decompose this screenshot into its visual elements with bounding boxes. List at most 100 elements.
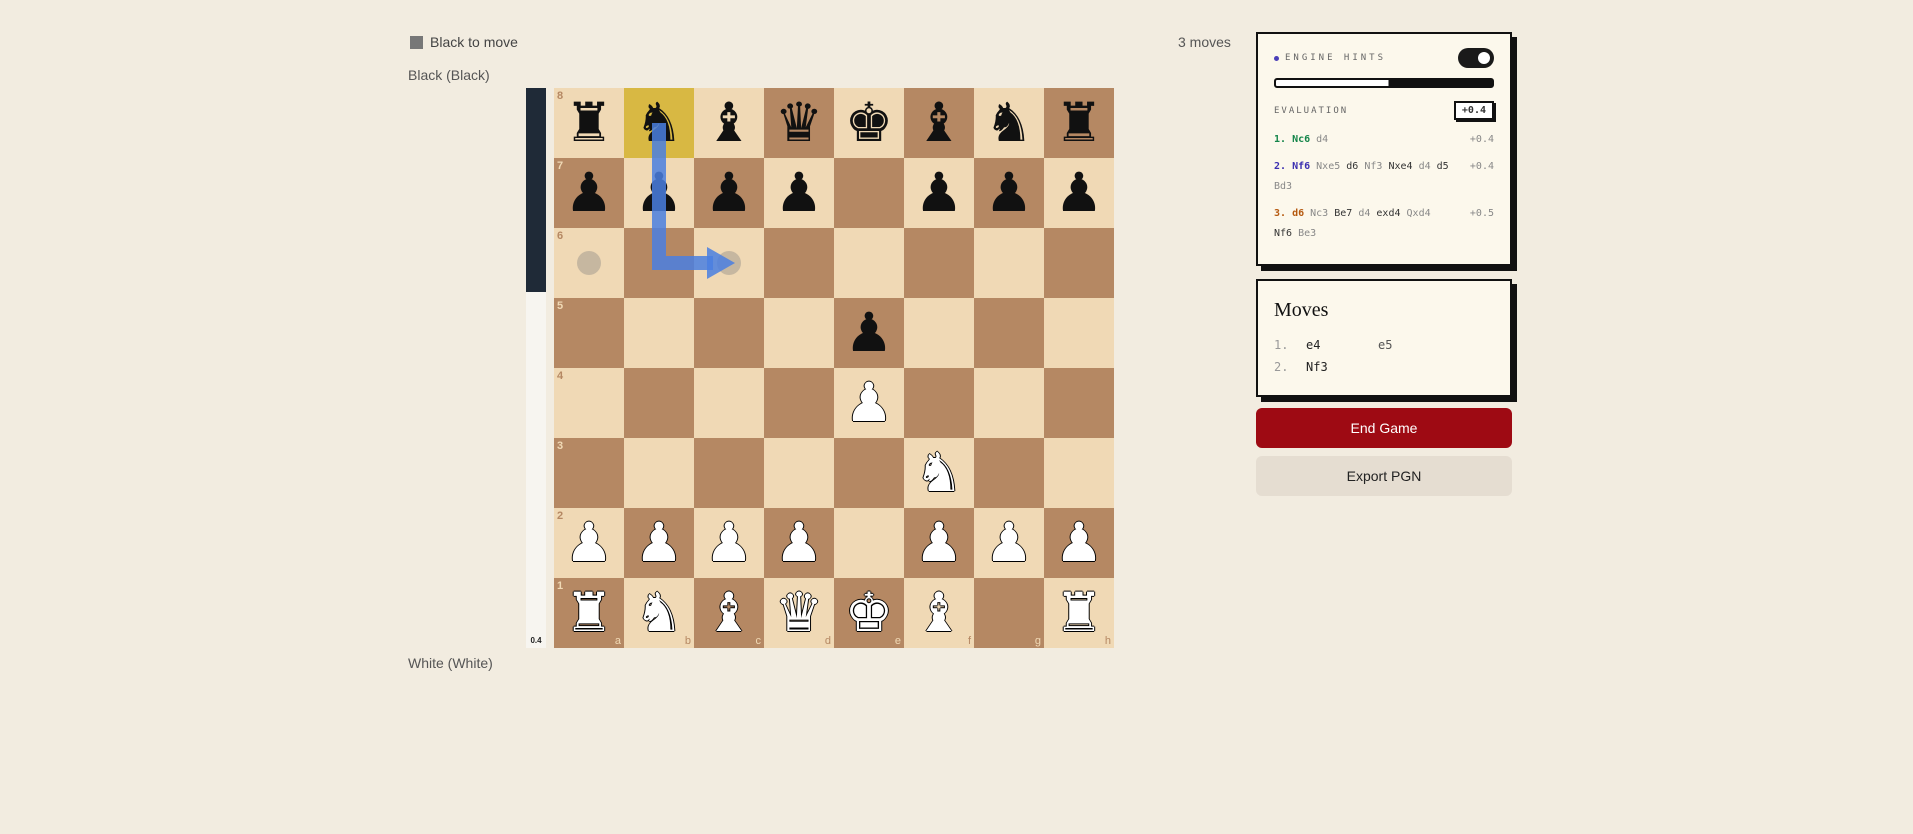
export-pgn-button[interactable]: Export PGN — [1256, 456, 1512, 496]
white-pawn-icon[interactable]: ♟ — [1055, 516, 1103, 570]
square-d4[interactable] — [764, 368, 834, 438]
square-a3[interactable]: 3 — [554, 438, 624, 508]
chess-board[interactable]: 8 ♜ ♞ ♝ ♛ ♚ ♝ ♞ ♜ 7 ♟ ♟ ♟ ♟ ♟ ♟ ♟ 6 5 ♟ 4 ♟ 3 ♞ 2 ♟ ♟ ♟ ♟ ♟ ♟ ♟ 1 a ♜ b ♞ c ♝ d… — [554, 88, 1114, 648]
square-h6[interactable] — [1044, 228, 1114, 298]
square-c3[interactable] — [694, 438, 764, 508]
square-g5[interactable] — [974, 298, 1044, 368]
black-pawn-icon[interactable]: ♟ — [705, 166, 753, 220]
square-e6[interactable] — [834, 228, 904, 298]
square-e8[interactable]: ♚ — [834, 88, 904, 158]
square-h4[interactable] — [1044, 368, 1114, 438]
white-pawn-icon[interactable]: ♟ — [985, 516, 1033, 570]
square-f1[interactable]: f ♝ — [904, 578, 974, 648]
square-g1[interactable]: g — [974, 578, 1044, 648]
square-a7[interactable]: 7 ♟ — [554, 158, 624, 228]
square-a2[interactable]: 2 ♟ — [554, 508, 624, 578]
square-c7[interactable]: ♟ — [694, 158, 764, 228]
square-d8[interactable]: ♛ — [764, 88, 834, 158]
white-rook-icon[interactable]: ♜ — [1055, 586, 1103, 640]
square-g7[interactable]: ♟ — [974, 158, 1044, 228]
square-b6[interactable] — [624, 228, 694, 298]
black-pawn-icon[interactable]: ♟ — [1055, 166, 1103, 220]
square-b4[interactable] — [624, 368, 694, 438]
black-knight-icon[interactable]: ♞ — [985, 96, 1033, 150]
black-rook-icon[interactable]: ♜ — [565, 96, 613, 150]
square-c8[interactable]: ♝ — [694, 88, 764, 158]
square-g6[interactable] — [974, 228, 1044, 298]
square-f3[interactable]: ♞ — [904, 438, 974, 508]
black-queen-icon[interactable]: ♛ — [775, 96, 823, 150]
black-pawn-icon[interactable]: ♟ — [845, 306, 893, 360]
square-g8[interactable]: ♞ — [974, 88, 1044, 158]
end-game-button[interactable]: End Game — [1256, 408, 1512, 448]
white-queen-icon[interactable]: ♛ — [775, 586, 823, 640]
white-knight-icon[interactable]: ♞ — [915, 446, 963, 500]
white-pawn-icon[interactable]: ♟ — [705, 516, 753, 570]
square-d7[interactable]: ♟ — [764, 158, 834, 228]
black-rook-icon[interactable]: ♜ — [1055, 96, 1103, 150]
black-pawn-icon[interactable]: ♟ — [985, 166, 1033, 220]
square-a5[interactable]: 5 — [554, 298, 624, 368]
white-pawn-icon[interactable]: ♟ — [915, 516, 963, 570]
square-h2[interactable]: ♟ — [1044, 508, 1114, 578]
square-h5[interactable] — [1044, 298, 1114, 368]
square-a6[interactable]: 6 — [554, 228, 624, 298]
square-b2[interactable]: ♟ — [624, 508, 694, 578]
square-g3[interactable] — [974, 438, 1044, 508]
black-move[interactable]: e5 — [1378, 338, 1392, 352]
white-pawn-icon[interactable]: ♟ — [845, 376, 893, 430]
square-f4[interactable] — [904, 368, 974, 438]
square-e4[interactable]: ♟ — [834, 368, 904, 438]
square-h8[interactable]: ♜ — [1044, 88, 1114, 158]
square-b1[interactable]: b ♞ — [624, 578, 694, 648]
legal-move-dot[interactable] — [577, 251, 601, 275]
engine-hints-toggle[interactable] — [1458, 48, 1494, 68]
white-king-icon[interactable]: ♚ — [845, 586, 893, 640]
square-e7[interactable] — [834, 158, 904, 228]
square-c2[interactable]: ♟ — [694, 508, 764, 578]
black-bishop-icon[interactable]: ♝ — [915, 96, 963, 150]
square-g4[interactable] — [974, 368, 1044, 438]
square-h1[interactable]: h ♜ — [1044, 578, 1114, 648]
legal-move-dot[interactable] — [717, 251, 741, 275]
square-b7[interactable]: ♟ — [624, 158, 694, 228]
square-f5[interactable] — [904, 298, 974, 368]
square-c6[interactable] — [694, 228, 764, 298]
square-e3[interactable] — [834, 438, 904, 508]
white-move[interactable]: Nf3 — [1306, 360, 1378, 374]
square-d6[interactable] — [764, 228, 834, 298]
square-f8[interactable]: ♝ — [904, 88, 974, 158]
black-knight-icon[interactable]: ♞ — [635, 96, 683, 150]
square-f7[interactable]: ♟ — [904, 158, 974, 228]
engine-line[interactable]: 3. d6 Nc3 Be7 d4 exd4 Qxd4 Nf6 Be3 +0.5 — [1274, 204, 1494, 244]
square-f6[interactable] — [904, 228, 974, 298]
black-bishop-icon[interactable]: ♝ — [705, 96, 753, 150]
square-c1[interactable]: c ♝ — [694, 578, 764, 648]
black-pawn-icon[interactable]: ♟ — [565, 166, 613, 220]
engine-line[interactable]: 1. Nc6 d4 +0.4 — [1274, 130, 1494, 150]
square-b8[interactable]: ♞ — [624, 88, 694, 158]
square-b3[interactable] — [624, 438, 694, 508]
white-move[interactable]: e4 — [1306, 338, 1378, 352]
square-d1[interactable]: d ♛ — [764, 578, 834, 648]
square-c5[interactable] — [694, 298, 764, 368]
black-king-icon[interactable]: ♚ — [845, 96, 893, 150]
square-b5[interactable] — [624, 298, 694, 368]
white-pawn-icon[interactable]: ♟ — [635, 516, 683, 570]
white-pawn-icon[interactable]: ♟ — [775, 516, 823, 570]
square-f2[interactable]: ♟ — [904, 508, 974, 578]
square-g2[interactable]: ♟ — [974, 508, 1044, 578]
white-bishop-icon[interactable]: ♝ — [705, 586, 753, 640]
square-e1[interactable]: e ♚ — [834, 578, 904, 648]
black-pawn-icon[interactable]: ♟ — [775, 166, 823, 220]
square-h7[interactable]: ♟ — [1044, 158, 1114, 228]
white-rook-icon[interactable]: ♜ — [565, 586, 613, 640]
square-e2[interactable] — [834, 508, 904, 578]
square-d5[interactable] — [764, 298, 834, 368]
white-knight-icon[interactable]: ♞ — [635, 586, 683, 640]
white-bishop-icon[interactable]: ♝ — [915, 586, 963, 640]
square-h3[interactable] — [1044, 438, 1114, 508]
square-a4[interactable]: 4 — [554, 368, 624, 438]
square-e5[interactable]: ♟ — [834, 298, 904, 368]
square-d3[interactable] — [764, 438, 834, 508]
